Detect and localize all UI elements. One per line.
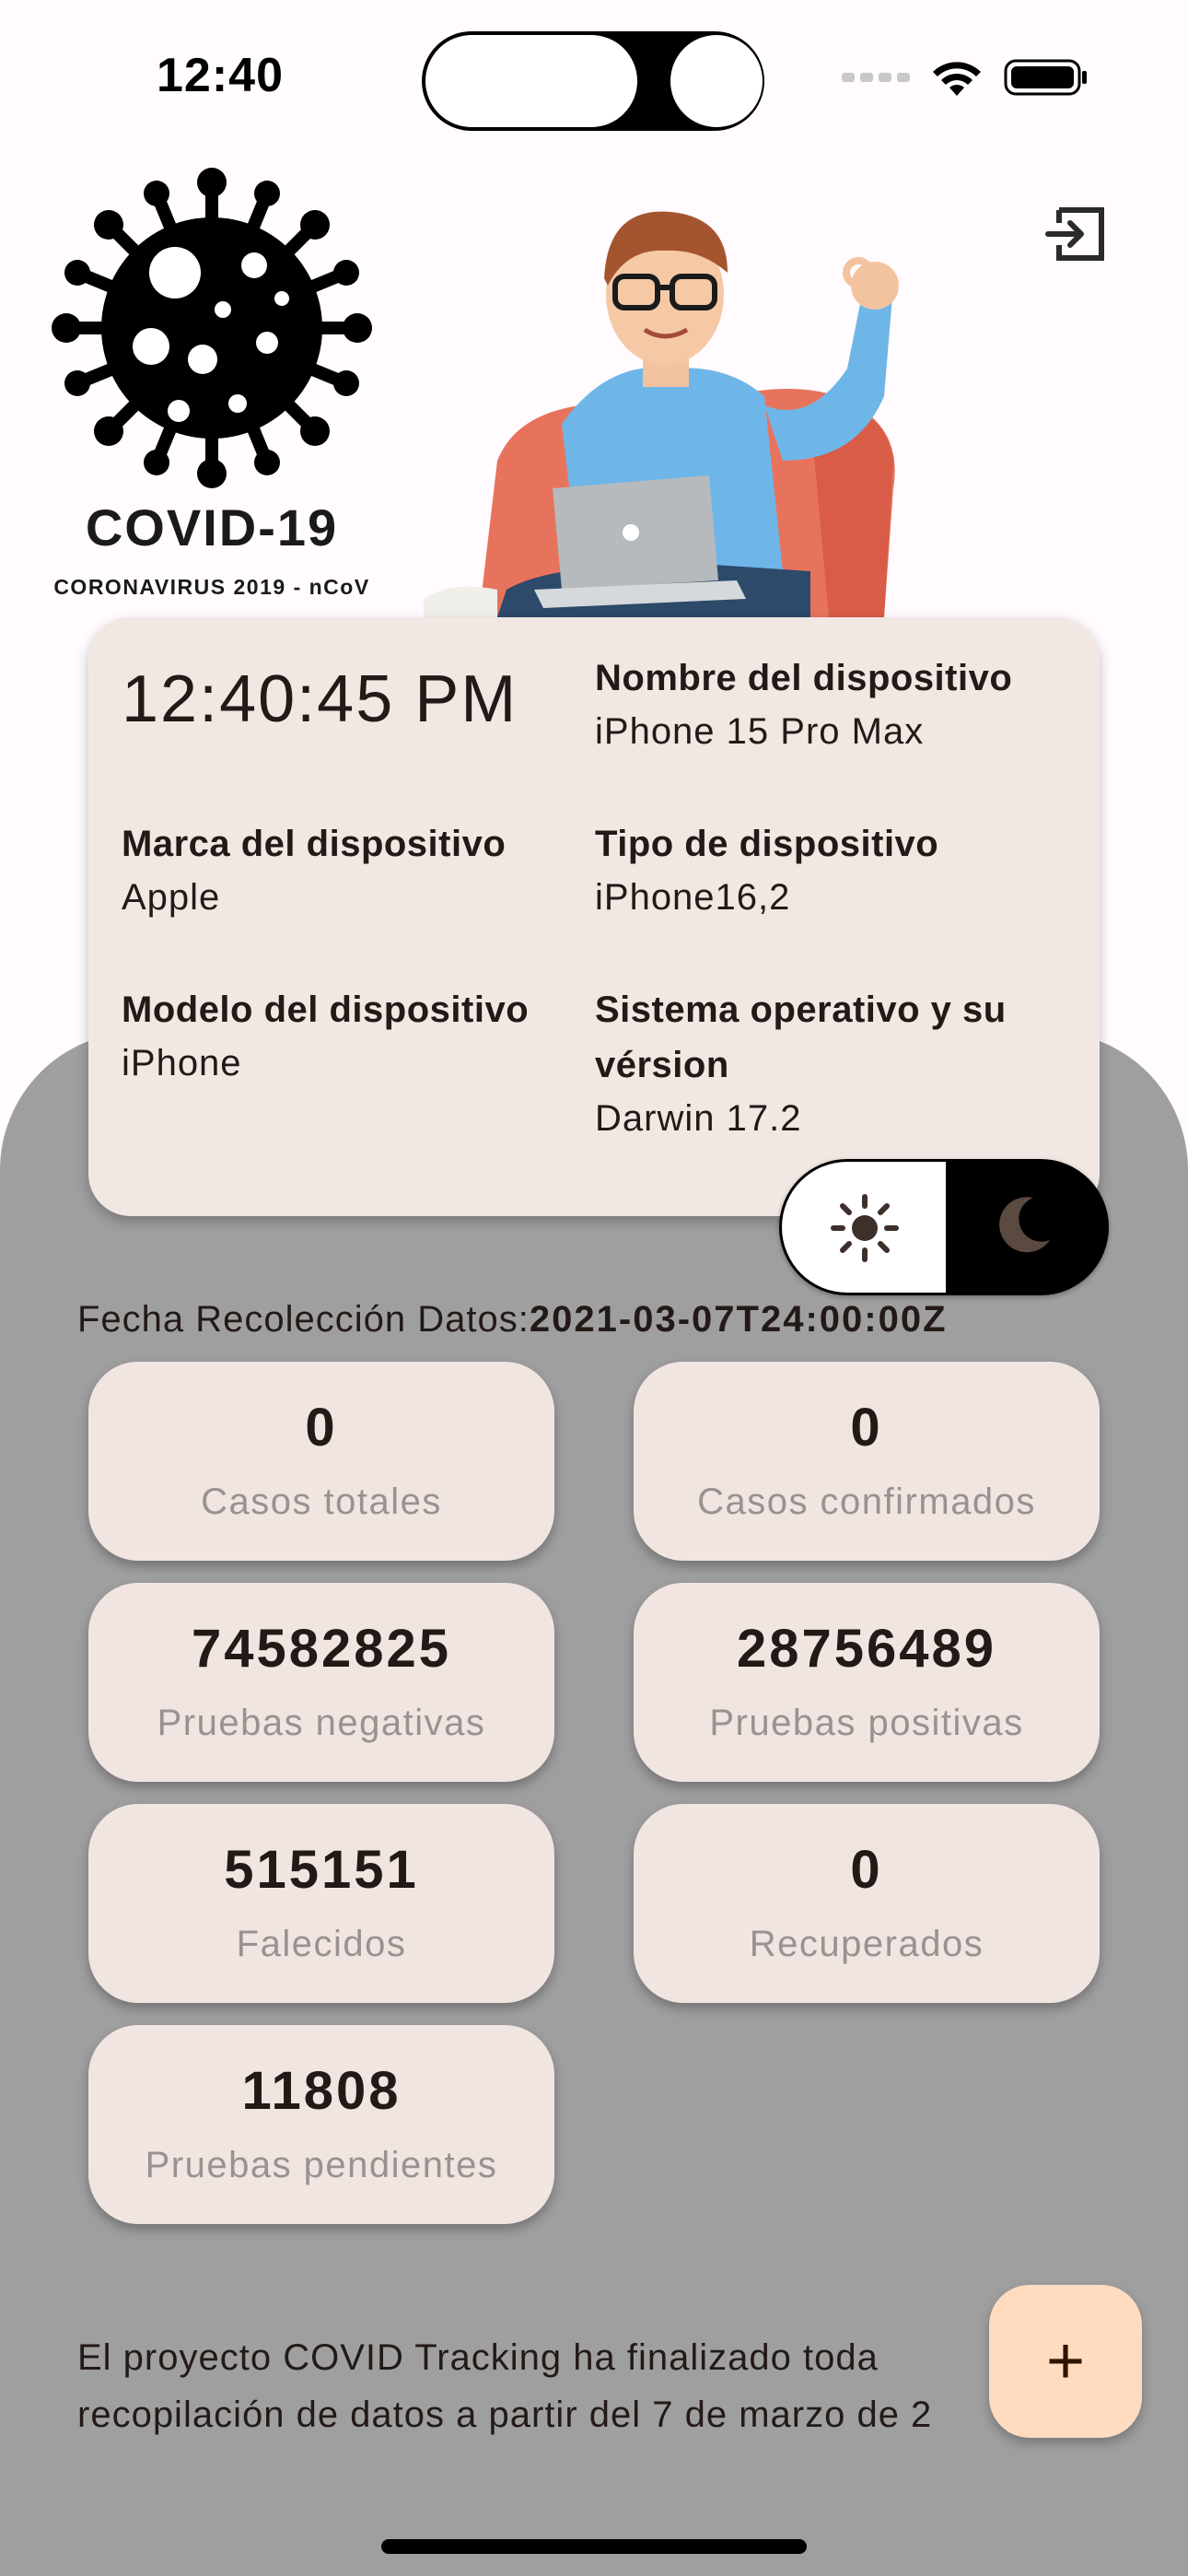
logo-subtitle: CORONAVIRUS 2019 - nCoV: [53, 575, 370, 599]
stat-card-positive-tests[interactable]: 28756489 Pruebas positivas: [634, 1583, 1100, 1782]
type-label: Tipo de dispositivo: [595, 824, 939, 864]
collection-date: Fecha Recolección Datos:2021-03-07T24:00…: [77, 1299, 948, 1341]
stat-value: 0: [850, 1398, 883, 1458]
stat-value: 28756489: [736, 1619, 997, 1679]
stat-label: Casos confirmados: [697, 1481, 1036, 1522]
island-dot: [670, 35, 763, 127]
device-info-card: 12:40:45 PM Nombre del dispositivo iPhon…: [88, 617, 1100, 1216]
footer-note-line2: recopilación de datos a partir del 7 de …: [77, 2395, 933, 2435]
model-value: iPhone: [122, 1043, 242, 1083]
app-screen: 12:40 COVID-19 CORONAVIRUS 2019 - nCoV 1…: [0, 0, 1188, 2576]
stat-value: 515151: [224, 1840, 419, 1900]
os-value: Darwin 17.2: [595, 1098, 802, 1139]
stat-value: 74582825: [191, 1619, 452, 1679]
theme-toggle[interactable]: [779, 1159, 1109, 1295]
covid-logo: COVID-19 CORONAVIRUS 2019 - nCoV: [41, 162, 383, 604]
brand-label: Marca del dispositivo: [122, 824, 507, 864]
stat-card-total-cases[interactable]: 0 Casos totales: [88, 1362, 554, 1561]
stat-label: Falecidos: [236, 1924, 407, 1964]
cellular-signal-icon: [842, 73, 910, 82]
stat-label: Casos totales: [201, 1481, 442, 1522]
stat-card-negative-tests[interactable]: 74582825 Pruebas negativas: [88, 1583, 554, 1782]
home-indicator[interactable]: [381, 2539, 807, 2554]
stat-value: 11808: [241, 2061, 402, 2121]
stat-value: 0: [305, 1398, 338, 1458]
logo-title: COVID-19: [85, 498, 339, 556]
battery-icon: [1004, 59, 1087, 96]
model-label: Modelo del dispositivo: [122, 989, 530, 1030]
island-pill: [425, 35, 637, 127]
sun-icon: [831, 1194, 899, 1262]
stat-label: Recuperados: [749, 1924, 984, 1964]
add-fab-button[interactable]: +: [989, 2285, 1142, 2438]
plus-icon: +: [1045, 2324, 1086, 2398]
stat-label: Pruebas pendientes: [145, 2145, 498, 2185]
brand-value: Apple: [122, 877, 221, 918]
type-value: iPhone16,2: [595, 877, 791, 918]
collection-date-value: 2021-03-07T24:00:00Z: [529, 1299, 948, 1340]
footer-note-line1: El proyecto COVID Tracking ha finalizado…: [77, 2337, 879, 2378]
person-with-laptop-illustration: [424, 211, 899, 617]
light-mode-option[interactable]: [782, 1162, 946, 1293]
device-name-label: Nombre del dispositivo: [595, 658, 1013, 698]
collection-date-label: Fecha Recolección Datos:: [77, 1299, 530, 1340]
virus-icon: [52, 168, 372, 488]
moon-icon[interactable]: [991, 1192, 1055, 1257]
os-label-line2: vérsion: [595, 1045, 729, 1085]
stat-label: Pruebas negativas: [157, 1703, 486, 1743]
status-icons: [842, 57, 1089, 98]
dynamic-island: [422, 31, 764, 131]
device-name-value: iPhone 15 Pro Max: [595, 711, 925, 752]
logout-icon[interactable]: [1041, 197, 1114, 271]
stat-value: 0: [850, 1840, 883, 1900]
os-label-line1: Sistema operativo y su: [595, 989, 1007, 1030]
wifi-icon: [933, 62, 981, 96]
stat-card-confirmed-cases[interactable]: 0 Casos confirmados: [634, 1362, 1100, 1561]
status-time: 12:40: [157, 49, 284, 102]
stat-card-recovered[interactable]: 0 Recuperados: [634, 1804, 1100, 2003]
stat-label: Pruebas positivas: [709, 1703, 1024, 1743]
stat-card-pending-tests[interactable]: 11808 Pruebas pendientes: [88, 2025, 554, 2224]
device-clock: 12:40:45 PM: [122, 662, 518, 736]
stat-card-deaths[interactable]: 515151 Falecidos: [88, 1804, 554, 2003]
footer-note: El proyecto COVID Tracking ha finalizado…: [77, 2329, 1090, 2443]
